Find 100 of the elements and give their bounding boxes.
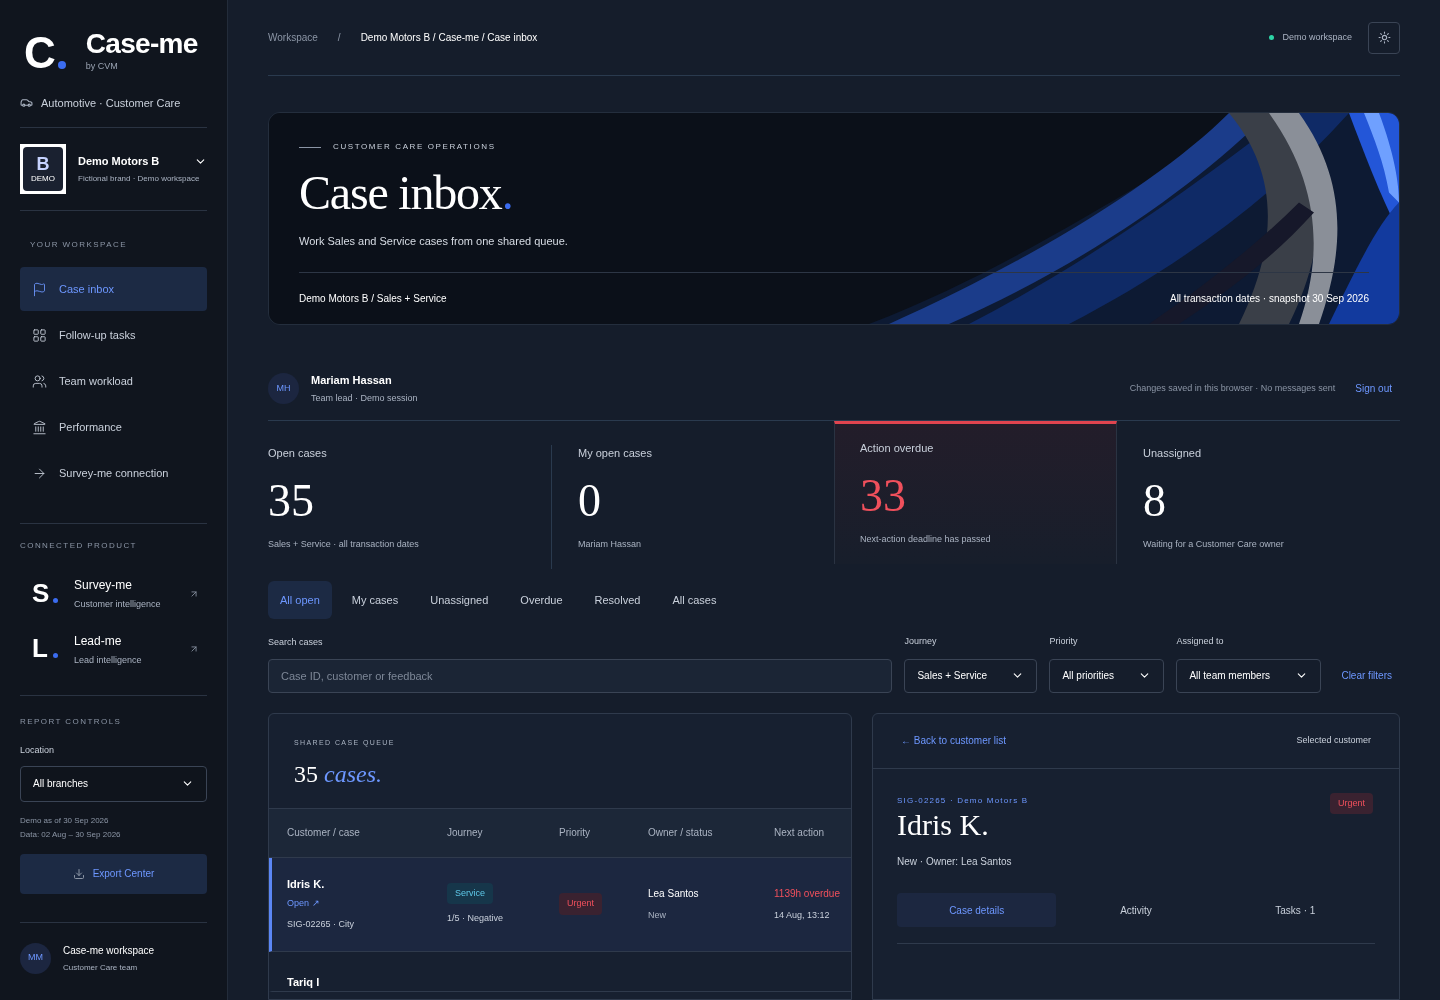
owner-name: Lea Santos bbox=[648, 886, 700, 901]
section-heading: REPORT CONTROLS bbox=[20, 716, 123, 729]
filter-tab[interactable]: All open bbox=[268, 581, 332, 619]
sign-out-link[interactable]: Sign out bbox=[1355, 381, 1400, 396]
case-row[interactable]: Tariq I bbox=[269, 951, 851, 992]
user-role: Team lead · Demo session bbox=[311, 392, 418, 405]
building-icon bbox=[32, 419, 47, 435]
detail-tab[interactable]: Tasks · 1 bbox=[1215, 893, 1375, 927]
brand-byline: by CVM bbox=[85, 60, 119, 73]
save-note: Changes saved in this browser · No messages sent bbox=[1129, 381, 1336, 395]
product-link[interactable]: S Survey-me Customer intelligence bbox=[20, 576, 207, 612]
customer-name: Tariq I bbox=[287, 975, 321, 990]
stat-label: Unassigned bbox=[1143, 446, 1203, 461]
theme-toggle-button[interactable] bbox=[1368, 21, 1400, 54]
hero-subtitle: Work Sales and Service cases from one shared queue. bbox=[299, 234, 569, 249]
filter-tab[interactable]: All cases bbox=[660, 581, 729, 619]
workspace-logo-letter: B bbox=[36, 154, 50, 175]
workspace-label: Demo workspace bbox=[1282, 30, 1352, 44]
breadcrumb-link[interactable]: Workspace bbox=[268, 30, 318, 45]
hero-scope: Demo Motors B / Sales + Service bbox=[299, 292, 447, 306]
workspace-logo-tag: DEMO bbox=[31, 174, 55, 185]
external-link-icon bbox=[189, 588, 199, 599]
case-meta: New · Owner: Lea Santos bbox=[897, 855, 1013, 869]
case-row[interactable]: Idris K. Open ↗ SIG-02265 · City Service 1/5 · Negative Urgent Lea Santos New 1139h overdue 14 Aug, 13:12 bbox=[269, 857, 851, 952]
external-link-icon bbox=[189, 644, 199, 655]
customer-name: Idris K. bbox=[897, 810, 990, 840]
account-name: Case-me workspace bbox=[63, 943, 155, 958]
hero-snapshot: All transaction dates · snapshot 30 Sep 2026 bbox=[1169, 292, 1369, 306]
workspace-name: Demo Motors B bbox=[78, 153, 160, 169]
page-title: Case inbox. bbox=[299, 169, 514, 217]
users-icon bbox=[32, 373, 47, 389]
arrow-right-icon bbox=[32, 465, 47, 481]
sector-label: Automotive · Customer Care bbox=[41, 95, 181, 111]
column-header: Customer / case bbox=[287, 826, 361, 840]
filter-label: Priority bbox=[1049, 635, 1079, 648]
priority-tag: Urgent bbox=[559, 893, 602, 915]
filter-label: Assigned to bbox=[1176, 635, 1225, 648]
nav-item[interactable]: Case inbox bbox=[20, 267, 207, 312]
product-logo: S bbox=[32, 578, 58, 609]
filter-select[interactable]: Sales + Service bbox=[904, 658, 1038, 693]
nav-item[interactable]: Performance bbox=[20, 405, 207, 450]
location-select[interactable]: All branches bbox=[20, 765, 207, 802]
case-reference: SIG-02265 · City bbox=[287, 918, 356, 932]
search-field[interactable]: Case ID, customer or feedback bbox=[268, 658, 893, 693]
download-icon bbox=[72, 867, 85, 880]
filter-tab[interactable]: My cases bbox=[339, 581, 411, 619]
stat-value: 33 bbox=[860, 472, 907, 519]
column-header: Priority bbox=[559, 826, 592, 840]
feedback-score: 1/5 · Negative bbox=[447, 912, 504, 925]
product-name: Survey-me bbox=[74, 577, 133, 595]
stat-label: My open cases bbox=[578, 446, 653, 461]
stat-value: 0 bbox=[578, 477, 602, 524]
brand-name: Case-me bbox=[85, 28, 198, 60]
detail-tab[interactable]: Activity bbox=[1056, 893, 1216, 927]
owner-status: New bbox=[648, 908, 667, 922]
breadcrumb-current: Demo Motors B / Case-me / Case inbox bbox=[360, 31, 538, 45]
section-heading: YOUR WORKSPACE bbox=[30, 239, 128, 252]
data-note: Demo as of 30 Sep 2026 bbox=[20, 814, 110, 827]
location-label: Location bbox=[20, 744, 56, 758]
hero-eyebrow: CUSTOMER CARE OPERATIONS bbox=[333, 141, 496, 153]
stat-label: Action overdue bbox=[860, 441, 935, 456]
column-header: Owner / status bbox=[648, 826, 714, 840]
export-button[interactable]: Export Center bbox=[20, 853, 207, 894]
stat-caption: Next-action deadline has passed bbox=[860, 532, 992, 546]
product-subtitle: Customer intelligence bbox=[74, 598, 162, 612]
filter-select[interactable]: All priorities bbox=[1049, 658, 1165, 693]
product-link[interactable]: L Lead-me Lead intelligence bbox=[20, 631, 207, 668]
avatar: MH bbox=[268, 373, 299, 404]
filter-tab[interactable]: Unassigned bbox=[418, 581, 501, 619]
stat-value: 8 bbox=[1143, 477, 1167, 524]
filter-tab[interactable]: Overdue bbox=[508, 581, 575, 619]
clear-filters-link[interactable]: Clear filters bbox=[1333, 658, 1400, 693]
column-header: Next action bbox=[774, 826, 826, 840]
sun-icon bbox=[1377, 31, 1391, 44]
case-reference: SIG-02265 · Demo Motors B bbox=[897, 794, 1029, 807]
stat-label: Open cases bbox=[268, 446, 328, 461]
priority-tag: Urgent bbox=[1330, 792, 1373, 814]
detail-tab[interactable]: Case details bbox=[897, 893, 1057, 927]
queue-count: 35 cases. bbox=[294, 760, 383, 789]
product-subtitle: Lead intelligence bbox=[74, 653, 143, 667]
search-label: Search cases bbox=[268, 636, 324, 649]
panel-note: Selected customer bbox=[1296, 733, 1371, 747]
nav-item[interactable]: Follow-up tasks bbox=[20, 313, 207, 358]
nav-item[interactable]: Survey-me connection bbox=[20, 451, 207, 496]
back-link[interactable]: ← Back to customer list bbox=[901, 733, 1007, 748]
filter-tab[interactable]: Resolved bbox=[582, 581, 653, 619]
account-team: Customer Care team bbox=[63, 961, 139, 974]
data-note: Data: 02 Aug – 30 Sep 2026 bbox=[20, 828, 122, 841]
column-header: Journey bbox=[447, 826, 484, 840]
workspace-subtitle: Fictional brand · Demo workspace bbox=[78, 173, 201, 186]
product-logo: L bbox=[32, 634, 58, 665]
journey-tag: Service bbox=[447, 882, 493, 904]
open-case-link[interactable]: Open ↗ bbox=[287, 896, 447, 911]
due-date: 14 Aug, 13:12 bbox=[774, 908, 831, 922]
flag-icon bbox=[32, 281, 47, 297]
filter-select[interactable]: All team members bbox=[1176, 658, 1322, 693]
customer-name: Idris K. bbox=[287, 877, 326, 893]
stat-value: 35 bbox=[268, 477, 315, 524]
car-icon bbox=[20, 96, 33, 110]
nav-item[interactable]: Team workload bbox=[20, 359, 207, 404]
